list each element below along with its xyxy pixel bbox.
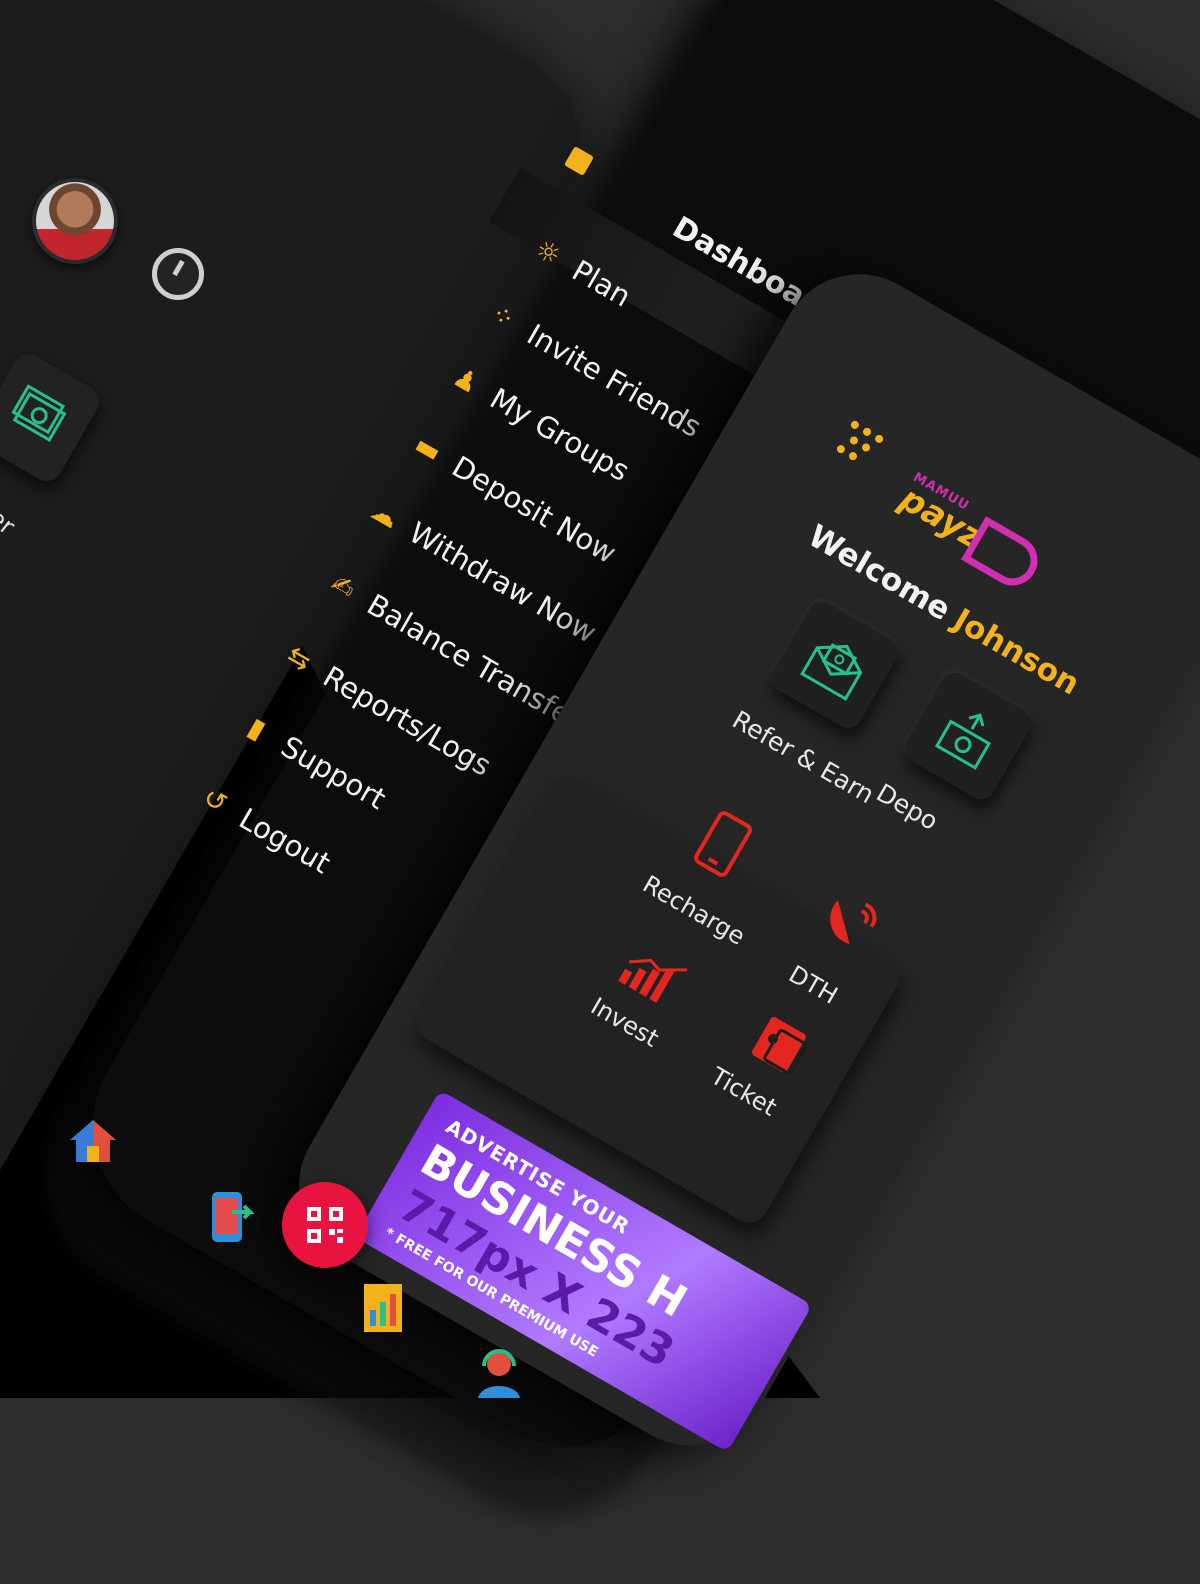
money-transfer-icon bbox=[11, 384, 67, 442]
envelope-money-icon bbox=[800, 643, 863, 701]
deposit-icon bbox=[934, 713, 992, 770]
qr-scan-button[interactable] bbox=[282, 1182, 368, 1268]
support-agent-icon[interactable] bbox=[472, 1346, 526, 1400]
home-icon[interactable] bbox=[66, 1114, 120, 1168]
power-icon[interactable] bbox=[152, 248, 204, 300]
avatar[interactable] bbox=[32, 178, 118, 264]
qr-code-icon bbox=[307, 1207, 343, 1243]
reports-chart-icon[interactable] bbox=[358, 1280, 408, 1336]
mobile-transfer-icon[interactable] bbox=[202, 1188, 256, 1248]
